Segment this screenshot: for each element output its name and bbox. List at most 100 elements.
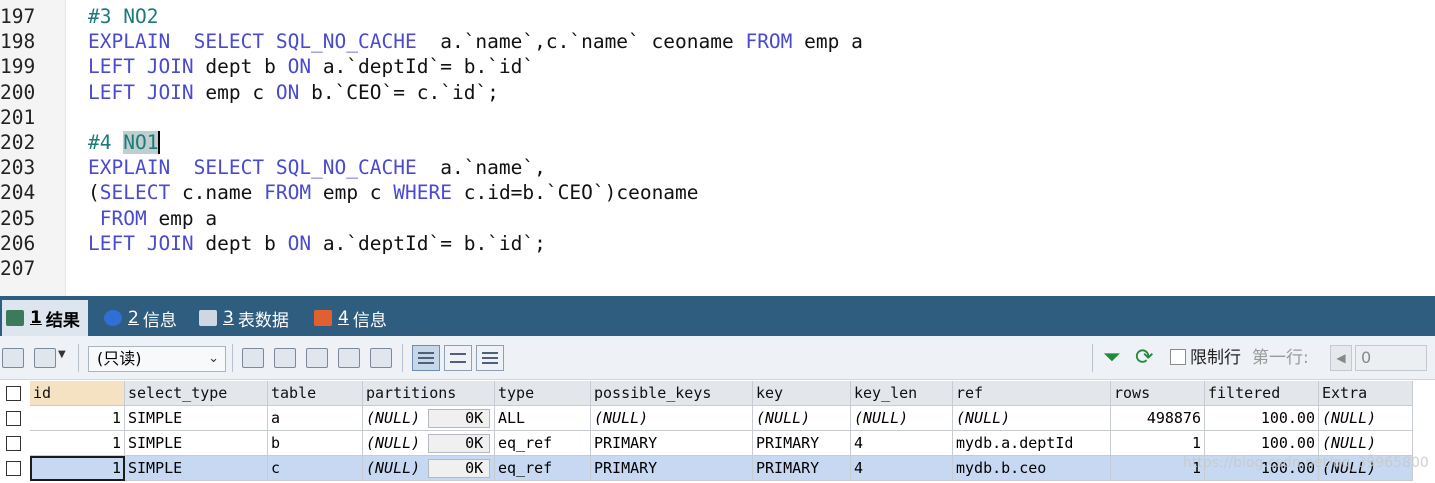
table-cell[interactable]: (NULL) [753,406,851,431]
first-row-input[interactable]: 0 [1355,345,1427,371]
code-token: #3 NO2 [88,5,159,28]
cancel-changes-icon[interactable] [370,348,392,368]
previous-page-button[interactable]: ◀ [1330,345,1352,371]
table-cell[interactable]: ALL [495,406,591,431]
row-checkbox[interactable] [6,411,21,426]
duplicate-row-icon[interactable] [274,348,296,368]
table-cell[interactable]: SIMPLE [125,431,268,456]
table-cell[interactable]: SIMPLE [125,406,268,431]
chevron-down-icon: ⌄ [208,351,219,366]
row-checkbox[interactable] [6,461,21,476]
code-line: 203 EXPLAIN SELECT SQL_NO_CACHE a.`name`, [0,155,1435,180]
column-header-filtered[interactable]: filtered [1205,381,1319,406]
import-icon[interactable] [34,348,56,368]
toolbar-divider [402,344,403,372]
table-cell[interactable]: 100.00 [1205,431,1319,456]
form-view-button[interactable] [444,345,472,371]
column-header-id[interactable]: id [30,381,125,406]
table-cell[interactable]: (NULL) 0K [363,406,495,431]
read-only-mode-value: (只读) [97,349,142,368]
table-cell[interactable]: SIMPLE [125,456,268,481]
tab-1[interactable]: 1 结果 [2,300,88,336]
column-header-rows[interactable]: rows [1111,381,1205,406]
tab-4[interactable]: 4 信息 [310,300,395,336]
table-cell[interactable]: 1 [1111,431,1205,456]
save-icon[interactable] [306,348,328,368]
table-cell[interactable]: mydb.a.deptId [953,431,1111,456]
code-token: FROM [88,206,147,230]
table-cell[interactable]: (NULL) [851,406,953,431]
tab-label: 结果 [45,310,80,331]
result-grid-icon [6,310,24,326]
table-cell[interactable]: eq_ref [495,431,591,456]
cell-value: (NULL) [756,409,811,427]
grid-view-button[interactable] [412,345,440,371]
text-view-button[interactable] [476,345,504,371]
table-cell[interactable]: PRIMARY [753,431,851,456]
cell-value: 100.00 [1260,434,1315,452]
table-cell[interactable]: (NULL) [1319,406,1413,431]
table-cell[interactable]: (NULL) 0K [363,456,495,481]
table-cell[interactable]: 498876 [1111,406,1205,431]
read-only-mode-select[interactable]: (只读) ⌄ [88,346,226,372]
tab-number: 1 [30,308,42,328]
code-token: c.name [170,181,265,205]
cell-value: SIMPLE [128,409,183,427]
column-header-possible-keys[interactable]: possible_keys [591,381,753,406]
column-header-select-type[interactable]: select_type [125,381,268,406]
table-cell[interactable]: PRIMARY [591,431,753,456]
insert-row-icon[interactable] [242,348,264,368]
code-token: ON [275,80,300,104]
refresh-icon[interactable]: ⟳ [1135,346,1157,370]
toolbar-divider [232,344,233,372]
code-text: EXPLAIN SELECT SQL_NO_CACHE a.`name`, [88,155,546,180]
code-line: 200 LEFT JOIN emp c ON b.`CEO`= c.`id`; [0,80,1435,105]
table-cell[interactable]: 1 [30,406,125,431]
table-cell[interactable]: b [268,431,363,456]
code-text: LEFT JOIN emp c ON b.`CEO`= c.`id`; [88,80,499,105]
cell-value: (NULL) [956,409,1011,427]
cell-value: mydb.b.ceo [956,459,1047,477]
table-cell[interactable]: (NULL) [1319,431,1413,456]
column-header-key[interactable]: key [753,381,851,406]
column-header-extra[interactable]: Extra [1319,381,1413,406]
table-cell[interactable]: (NULL) [953,406,1111,431]
tab-label: 信息 [352,310,387,331]
column-header-key-len[interactable]: key_len [851,381,953,406]
tab-2[interactable]: 2 信息 [100,300,185,336]
first-row-label: 第一行: [1252,348,1309,368]
table-cell[interactable]: c [268,456,363,481]
row-checkbox[interactable] [6,436,21,451]
limit-rows-checkbox[interactable] [1170,349,1186,365]
code-text: EXPLAIN SELECT SQL_NO_CACHE a.`name`,c.`… [88,29,863,54]
table-cell[interactable]: PRIMARY [591,456,753,481]
import-dropdown-icon[interactable]: ▼ [58,349,66,360]
table-cell[interactable]: mydb.b.ceo [953,456,1111,481]
select-all-checkbox[interactable] [6,386,21,401]
column-header-ref[interactable]: ref [953,381,1111,406]
table-cell[interactable]: (NULL) [591,406,753,431]
toolbar-divider [1092,344,1093,372]
line-number: 197 [0,5,36,28]
delete-icon[interactable] [338,348,360,368]
column-header-table[interactable]: table [268,381,363,406]
cell-value: 1 [111,409,121,427]
filter-icon[interactable]: ⏷ [1103,346,1125,370]
export-icon[interactable] [2,348,24,368]
column-header-partitions[interactable]: partitions [363,381,495,406]
active-cell-outline [30,456,125,481]
code-line: 198 EXPLAIN SELECT SQL_NO_CACHE a.`name`,… [0,29,1435,54]
table-cell[interactable]: a [268,406,363,431]
table-cell[interactable]: 100.00 [1205,406,1319,431]
column-header-type[interactable]: type [495,381,591,406]
table-cell[interactable]: (NULL) 0K [363,431,495,456]
table-cell[interactable]: 4 [851,431,953,456]
table-cell[interactable]: 4 [851,456,953,481]
sql-editor[interactable]: 197 #3 NO2 198 EXPLAIN SELECT SQL_NO_CACHE … [0,0,1435,296]
tab-3[interactable]: 3 表数据 [195,300,297,336]
cell-value: 4 [854,459,864,477]
code-text: #3 NO2 [88,4,158,29]
table-cell[interactable]: 1 [30,431,125,456]
table-cell[interactable]: PRIMARY [753,456,851,481]
table-cell[interactable]: eq_ref [495,456,591,481]
